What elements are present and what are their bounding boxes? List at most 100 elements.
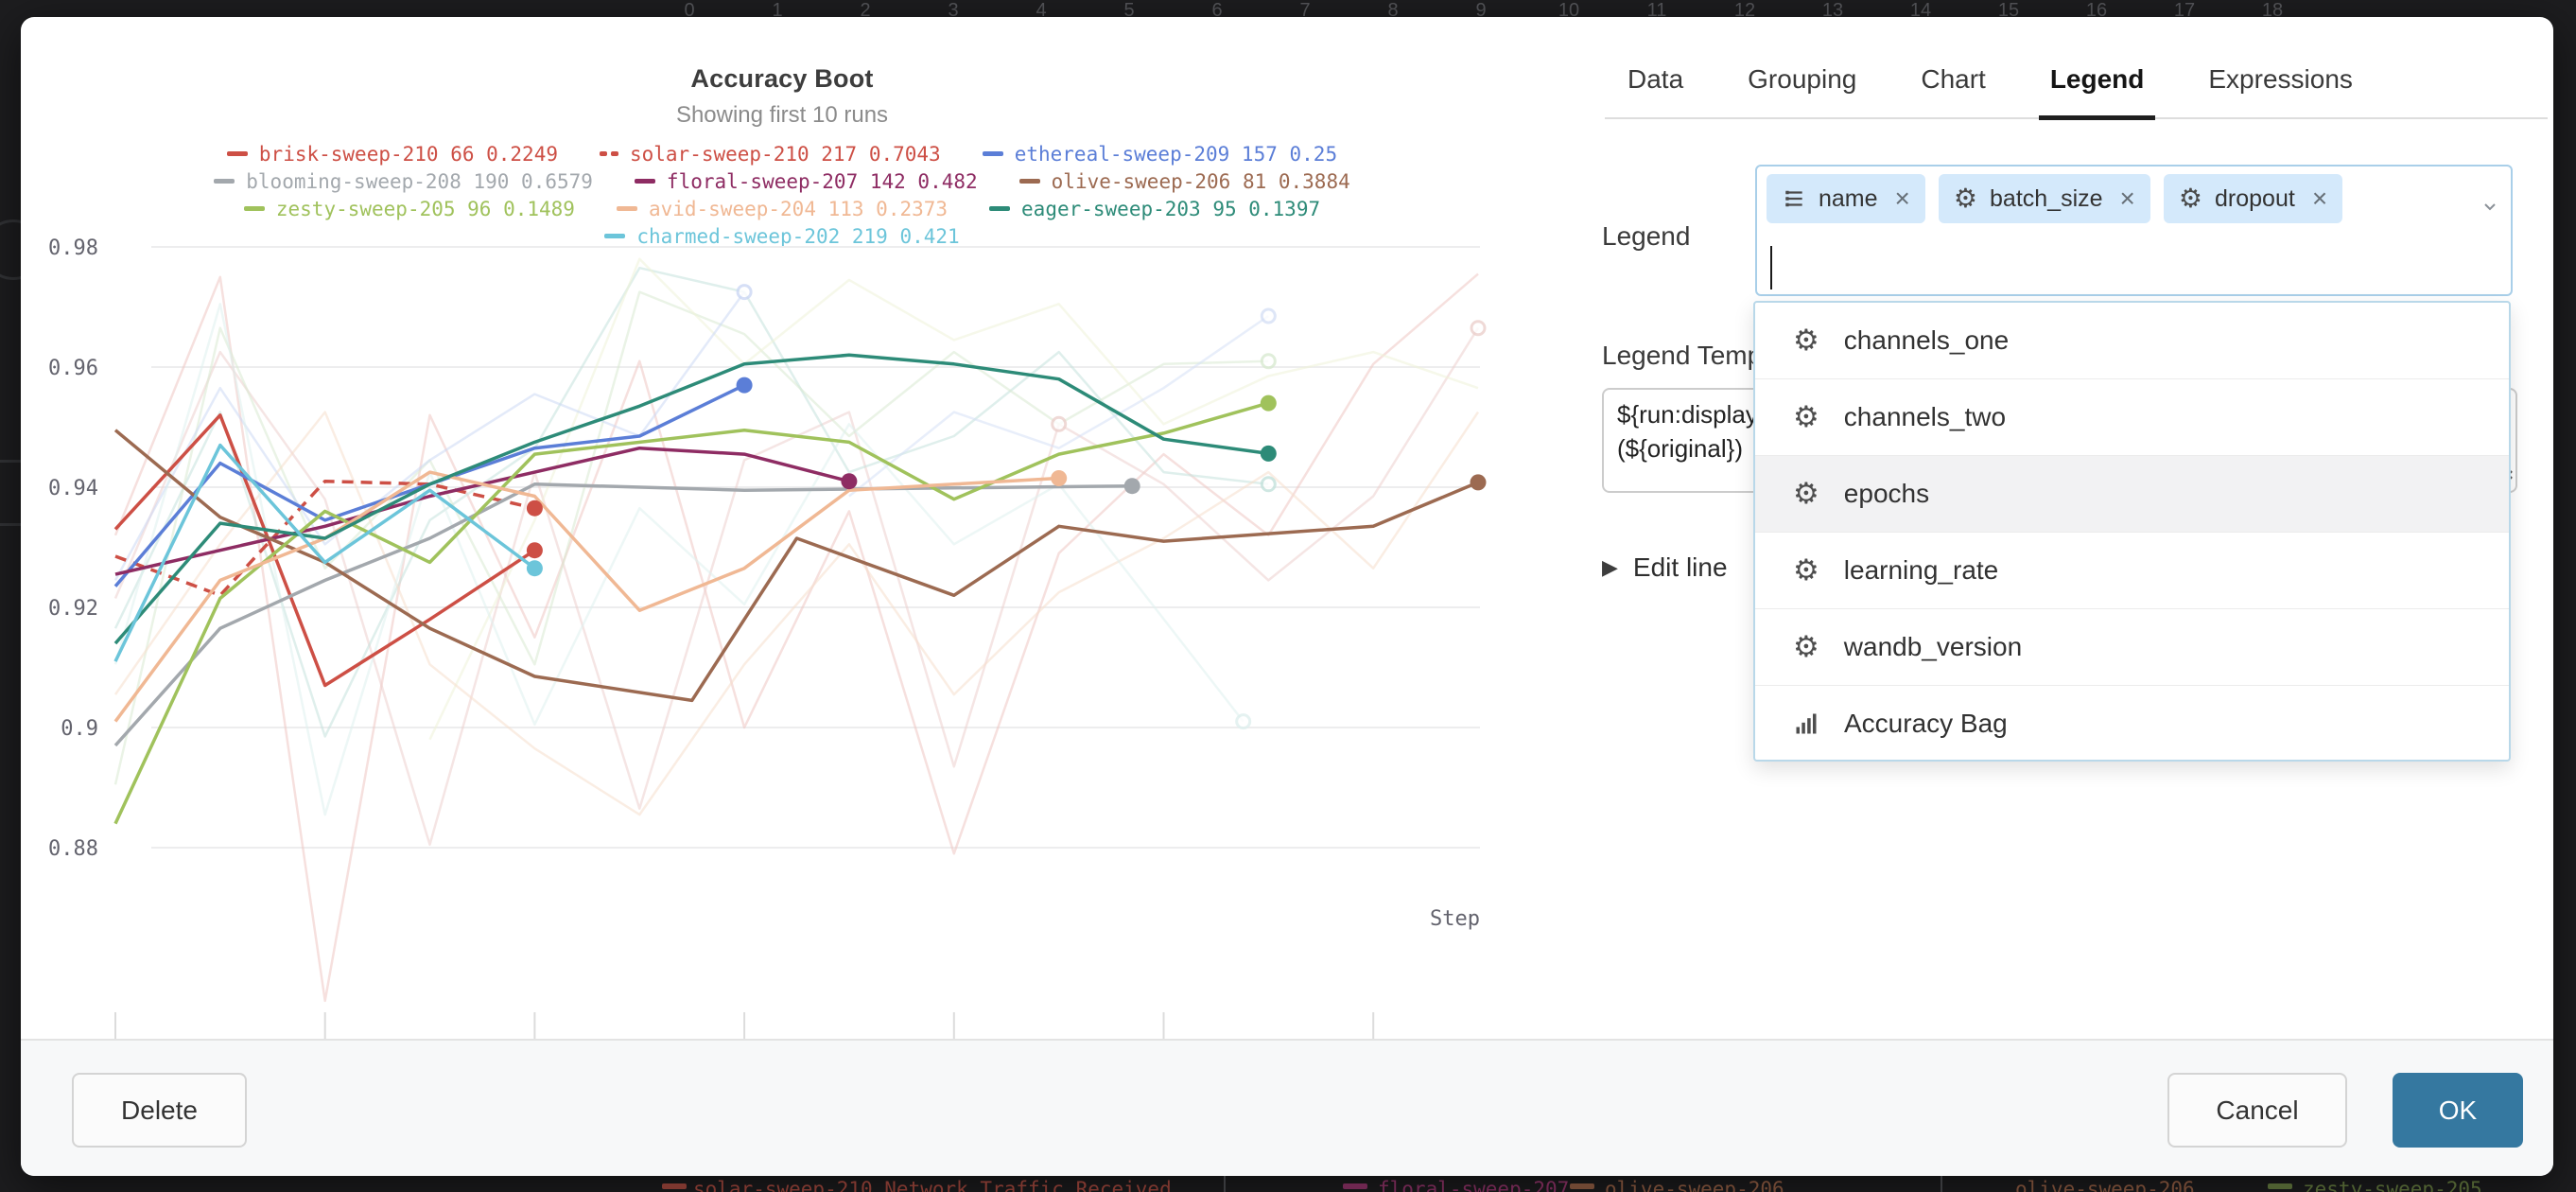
dropdown-item-wandb-version[interactable]: ⚙ wandb_version [1755, 608, 2509, 685]
dropdown-item-channels-two[interactable]: ⚙ channels_two [1755, 378, 2509, 455]
close-icon[interactable]: × [2120, 185, 2135, 212]
dropdown-item-learning-rate[interactable]: ⚙learning_rate [1755, 532, 2509, 608]
tag-label: dropout [2215, 185, 2295, 213]
legend-entry-solar-sweep-210[interactable]: solar-sweep-210 217 0.7043 [600, 143, 941, 166]
background-divider [1224, 1176, 1226, 1192]
tag-row: name × ⚙ batch_size × ⚙ dropout × [1757, 167, 2511, 231]
background-legend-marker [1570, 1183, 1594, 1189]
chart-subtitle: Showing first 10 runs [96, 102, 1468, 129]
ok-button[interactable]: OK [2393, 1073, 2523, 1148]
screen: 0123456789101112131415161718 Accuracy Bo… [0, 0, 2576, 1192]
background-legend-strip: solar-sweep-210 Network Traffic Received… [0, 1176, 2576, 1192]
text-caret [1770, 246, 1772, 289]
background-legend-marker [662, 1183, 687, 1189]
gear-icon: ⚙ [1793, 480, 1819, 509]
legend-field-label: Legend [1602, 221, 1690, 252]
legend-swatch [617, 206, 637, 211]
gear-icon: ⚙ [1793, 556, 1819, 586]
tab-legend[interactable]: Legend [2039, 61, 2156, 120]
background-legend-text: olive-sweep-206 [1605, 1178, 1784, 1192]
tag-label: name [1819, 185, 1878, 213]
dropdown-item-label: channels_two [1844, 402, 2006, 432]
legend-swatch [214, 179, 235, 184]
list-icon [1782, 186, 1806, 211]
legend-entry-label: avid-sweep-204 113 0.2373 [649, 198, 948, 220]
dropdown-item-channels-one[interactable]: ⚙ channels_one [1755, 303, 2509, 378]
background-legend-marker [1343, 1183, 1367, 1189]
bar-chart-icon [1793, 710, 1819, 737]
svg-text:0.94: 0.94 [48, 477, 98, 500]
legend-entry-eager-sweep-203[interactable]: eager-sweep-203 95 0.1397 [989, 198, 1320, 220]
legend-swatch [227, 151, 248, 156]
close-icon[interactable]: × [1895, 185, 1910, 212]
tab-expressions[interactable]: Expressions [2197, 61, 2364, 117]
legend-entry-label: brisk-sweep-210 66 0.2249 [259, 143, 558, 166]
tag-label: batch_size [1990, 185, 2103, 213]
legend-swatch [600, 151, 607, 156]
background-legend-marker [2268, 1183, 2292, 1189]
edit-line-label: Edit line [1633, 552, 1728, 583]
background-legend-text: solar-sweep-210 Network Traffic Received [693, 1178, 1172, 1192]
chart-header: Accuracy Boot Showing first 10 runs bris… [96, 64, 1468, 250]
legend-tag-dropout[interactable]: ⚙ dropout × [2164, 174, 2342, 223]
dropdown-item-epochs[interactable]: ⚙ epochs [1755, 455, 2509, 532]
cancel-button[interactable]: Cancel [2167, 1073, 2347, 1148]
legend-entry-label: blooming-sweep-208 190 0.6579 [246, 170, 593, 193]
gear-icon: ⚙ [1954, 185, 1977, 212]
svg-text:0.88: 0.88 [48, 837, 98, 861]
legend-entry-label: zesty-sweep-205 96 0.1489 [276, 198, 575, 220]
legend-swatch [989, 206, 1010, 211]
legend-entry-zesty-sweep-205[interactable]: zesty-sweep-205 96 0.1489 [244, 198, 575, 220]
legend-entry-label: floral-sweep-207 142 0.482 [667, 170, 978, 193]
svg-text:Step: Step [1430, 907, 1480, 931]
background-divider [1941, 1176, 1942, 1192]
legend-entry-blooming-sweep-208[interactable]: blooming-sweep-208 190 0.6579 [214, 170, 593, 193]
modal-footer: Delete Cancel OK [21, 1039, 2553, 1176]
gear-icon: ⚙ [1793, 403, 1819, 432]
tab-grouping[interactable]: Grouping [1736, 61, 1868, 117]
background-legend-text: olive-sweep-206 [2015, 1178, 2195, 1192]
delete-button[interactable]: Delete [72, 1073, 247, 1148]
triangle-right-icon: ▶ [1602, 555, 1618, 580]
legend-swatch [983, 151, 1003, 156]
legend-entry-label: ethereal-sweep-209 157 0.25 [1015, 143, 1337, 166]
legend-swatch [244, 206, 265, 211]
tab-chart[interactable]: Chart [1909, 61, 1996, 117]
legend-entry-olive-sweep-206[interactable]: olive-sweep-206 81 0.3884 [1019, 170, 1350, 193]
legend-entry-label: eager-sweep-203 95 0.1397 [1021, 198, 1320, 220]
legend-tag-name[interactable]: name × [1767, 174, 1925, 223]
gear-icon: ⚙ [1793, 633, 1819, 662]
legend-entry-avid-sweep-204[interactable]: avid-sweep-204 113 0.2373 [617, 198, 948, 220]
tab-data[interactable]: Data [1616, 61, 1695, 117]
legend-options-dropdown: ⚙ channels_one ⚙ channels_two ⚙ epochs ⚙learni… [1753, 301, 2511, 762]
close-icon[interactable]: × [2312, 185, 2327, 212]
gear-icon: ⚙ [2179, 185, 2202, 212]
legend-entry-floral-sweep-207[interactable]: floral-sweep-207 142 0.482 [635, 170, 978, 193]
dropdown-item-label: wandb_version [1844, 632, 2022, 662]
svg-text:0.98: 0.98 [48, 237, 98, 260]
dropdown-item-label: epochs [1844, 479, 1929, 509]
svg-text:0.92: 0.92 [48, 597, 98, 621]
legend-swatch [611, 151, 618, 156]
panel-editor-modal: Accuracy Boot Showing first 10 runs bris… [21, 17, 2553, 1176]
dropdown-item-label: Accuracy Bag [1844, 709, 2008, 739]
legend-swatch [1019, 179, 1040, 184]
edit-line-expander[interactable]: ▶ Edit line [1602, 552, 1728, 583]
svg-text:0.9: 0.9 [61, 717, 98, 741]
legend-multiselect-input[interactable]: name × ⚙ batch_size × ⚙ dropout × [1755, 165, 2513, 296]
line-chart: 0.980.960.940.920.90.88024681012Step [21, 227, 1534, 1126]
legend-entry-brisk-sweep-210[interactable]: brisk-sweep-210 66 0.2249 [227, 143, 558, 166]
legend-entry-label: solar-sweep-210 217 0.7043 [630, 143, 941, 166]
legend-entry-label: olive-sweep-206 81 0.3884 [1052, 170, 1350, 193]
legend-tag-batch_size[interactable]: ⚙ batch_size × [1939, 174, 2150, 223]
chevron-down-icon[interactable] [2479, 195, 2501, 222]
legend-swatch [635, 179, 655, 184]
dropdown-item-accuracy-bag[interactable]: Accuracy Bag [1755, 685, 2509, 762]
svg-text:0.96: 0.96 [48, 357, 98, 380]
panel-tabs: Data Grouping Chart Legend Expressions [1605, 61, 2548, 119]
chart-title: Accuracy Boot [96, 64, 1468, 94]
legend-entry-ethereal-sweep-209[interactable]: ethereal-sweep-209 157 0.25 [983, 143, 1337, 166]
dropdown-item-label: channels_one [1844, 325, 2009, 356]
gear-icon: ⚙ [1793, 326, 1819, 356]
background-legend-text: zesty-sweep-205 [2303, 1178, 2482, 1192]
